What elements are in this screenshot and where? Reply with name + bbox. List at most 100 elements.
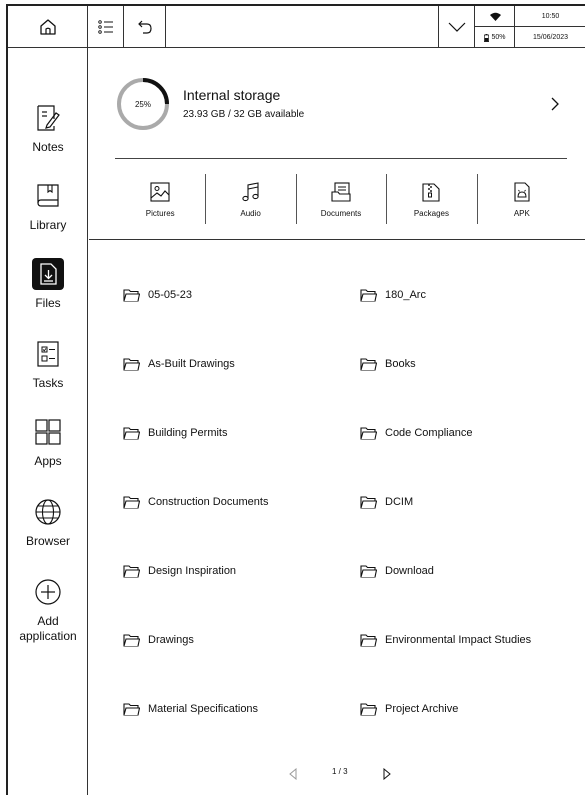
folder-icon <box>360 427 377 440</box>
chevron-right-icon[interactable] <box>547 94 563 114</box>
home-button[interactable] <box>8 6 88 48</box>
folder-name: Construction Documents <box>148 496 269 508</box>
clock-date: 15/06/2023 <box>532 34 569 41</box>
folder-item[interactable]: Design Inspiration <box>123 564 236 578</box>
back-button[interactable] <box>124 6 166 48</box>
top-bar: 50% 10:50 15/06/2023 <box>8 6 585 48</box>
category-label: Audio <box>240 208 261 218</box>
folder-item[interactable]: As-Built Drawings <box>123 357 235 371</box>
folder-icon <box>123 496 140 509</box>
sidebar-item-label: Notes <box>32 140 64 154</box>
folder-icon <box>360 634 377 647</box>
folder-item[interactable]: Environmental Impact Studies <box>360 633 531 647</box>
folder-name: Material Specifications <box>148 703 259 715</box>
folder-item[interactable]: Building Permits <box>123 426 227 440</box>
folder-name: Books <box>385 358 416 370</box>
documents-icon <box>331 181 351 202</box>
battery-level: 50% <box>491 34 506 41</box>
folder-name: Project Archive <box>385 703 459 715</box>
music-icon <box>241 181 259 201</box>
category-apk[interactable]: APK <box>476 170 567 228</box>
page-indicator: 1 / 3 <box>332 767 348 776</box>
battery-indicator: 50% <box>475 27 515 48</box>
folder-name: Building Permits <box>148 427 228 439</box>
files-icon <box>40 263 57 285</box>
undo-icon <box>137 20 152 34</box>
sidebar-item-notes[interactable]: Notes <box>8 102 88 155</box>
globe-icon <box>35 499 61 525</box>
library-icon <box>37 184 59 207</box>
sidebar-item-tasks[interactable]: Tasks <box>8 338 88 391</box>
storage-divider <box>115 158 567 159</box>
dropdown-button[interactable] <box>438 6 474 48</box>
folder-icon <box>123 565 140 578</box>
category-label: Pictures <box>145 208 175 218</box>
storage-percent: 25% <box>134 99 151 109</box>
category-label: APK <box>513 208 530 218</box>
folder-item[interactable]: Code Compliance <box>360 426 472 440</box>
sidebar-item-browser[interactable]: Browser <box>8 496 88 549</box>
folder-item[interactable]: Material Specifications <box>123 702 258 716</box>
notes-icon <box>37 105 60 131</box>
folder-item[interactable]: 180_Arc <box>360 288 426 302</box>
chevron-down-icon <box>448 22 465 32</box>
folder-name: Code Compliance <box>385 427 473 439</box>
folder-name: 180_Arc <box>385 289 426 301</box>
folder-icon <box>123 427 140 440</box>
clock: 10:50 15/06/2023 <box>514 6 585 48</box>
sidebar-item-apps[interactable]: Apps <box>8 416 88 469</box>
folder-name: Design Inspiration <box>148 565 237 577</box>
folder-item[interactable]: Project Archive <box>360 702 458 716</box>
status-indicators: 50% <box>474 6 515 48</box>
category-documents[interactable]: Documents <box>295 170 386 228</box>
folder-icon <box>123 703 140 716</box>
folder-icon <box>360 496 377 509</box>
home-icon <box>39 19 56 35</box>
sidebar-item-library[interactable]: Library <box>8 180 88 233</box>
sidebar-item-label: Apps <box>34 454 62 468</box>
folder-name: Environmental Impact Studies <box>385 634 532 646</box>
clock-time: 10:50 <box>515 6 585 27</box>
folder-icon <box>123 289 140 302</box>
next-page-icon[interactable] <box>382 768 392 780</box>
category-audio[interactable]: Audio <box>205 170 295 228</box>
sidebar-item-label: Tasks <box>32 376 64 390</box>
category-label: Packages <box>413 208 449 218</box>
storage-subtitle: 23.93 GB / 32 GB available <box>183 109 305 120</box>
view-list-button[interactable] <box>88 6 124 48</box>
folder-item[interactable]: Drawings <box>123 633 194 647</box>
folder-icon <box>360 358 377 371</box>
picture-icon <box>150 181 170 202</box>
sidebar-item-label: Files <box>35 296 61 310</box>
storage-summary[interactable]: 25% Internal storage 23.93 GB / 32 GB av… <box>89 48 585 164</box>
category-packages[interactable]: Packages <box>386 170 476 228</box>
category-label: Documents <box>320 208 362 218</box>
sidebar-item-label: Library <box>29 218 67 232</box>
list-icon <box>97 20 113 34</box>
battery-icon <box>484 33 490 42</box>
apps-icon <box>35 419 61 445</box>
folder-icon <box>123 358 140 371</box>
folder-icon <box>360 565 377 578</box>
folder-item[interactable]: Construction Documents <box>123 495 268 509</box>
sidebar: Notes Library Files Tasks Apps Browser A… <box>8 48 88 795</box>
sidebar-item-files[interactable]: Files <box>8 258 88 311</box>
category-bar: Pictures Audio Documents Packages APK <box>115 170 567 228</box>
folder-icon <box>360 289 377 302</box>
category-pictures[interactable]: Pictures <box>115 170 205 228</box>
folder-name: 05-05-23 <box>148 289 193 301</box>
folder-item[interactable]: Books <box>360 357 416 371</box>
folder-item[interactable]: Download <box>360 564 434 578</box>
storage-title: Internal storage <box>183 87 281 103</box>
sidebar-item-add-application[interactable]: Add application <box>8 576 88 644</box>
folder-name: Download <box>385 565 434 577</box>
folder-name: Drawings <box>148 634 194 646</box>
folder-item[interactable]: DCIM <box>360 495 413 509</box>
files-main: 25% Internal storage 23.93 GB / 32 GB av… <box>89 48 585 795</box>
android-icon <box>514 181 530 202</box>
pagination: 1 / 3 <box>89 764 585 784</box>
folder-item[interactable]: 05-05-23 <box>123 288 192 302</box>
prev-page-icon[interactable] <box>288 768 298 780</box>
folder-icon <box>123 634 140 647</box>
sidebar-item-label: Browser <box>25 534 70 548</box>
